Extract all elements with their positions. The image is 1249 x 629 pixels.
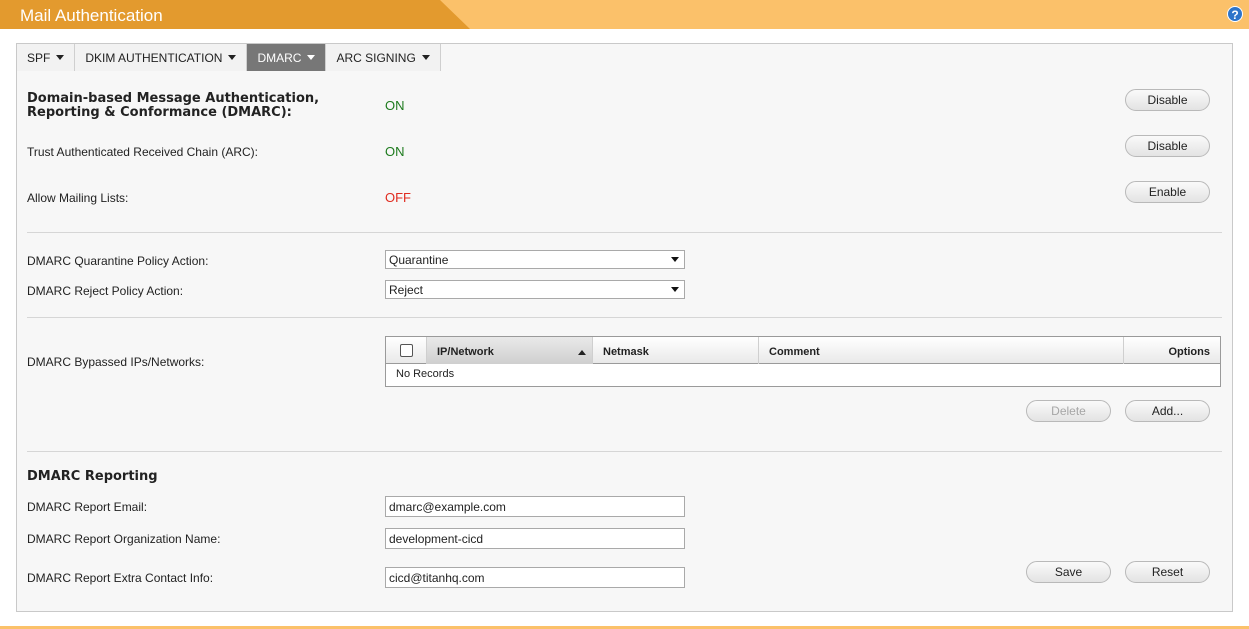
header-bar: Mail Authentication ? [0, 0, 1249, 29]
dmarc-label: Domain-based Message Authentication, Rep… [27, 91, 320, 120]
help-icon[interactable]: ? [1227, 6, 1243, 22]
chevron-down-icon [671, 257, 679, 262]
dmarc-disable-button[interactable]: Disable [1125, 89, 1210, 111]
page-title: Mail Authentication [20, 6, 163, 25]
add-button[interactable]: Add... [1125, 400, 1210, 422]
column-options-label: Options [1168, 346, 1210, 358]
mailing-lists-status: OFF [385, 190, 411, 205]
column-comment-label: Comment [769, 346, 820, 358]
divider [27, 317, 1222, 318]
bypass-grid: IP/Network Netmask Comment Options No Re… [385, 336, 1221, 387]
select-all-cell [386, 337, 427, 364]
tab-dmarc[interactable]: DMARC [247, 44, 327, 71]
chevron-down-icon [56, 55, 65, 60]
quarantine-policy-select[interactable]: Quarantine [385, 250, 685, 269]
report-org-label: DMARC Report Organization Name: [27, 532, 221, 546]
arc-disable-button[interactable]: Disable [1125, 135, 1210, 157]
column-netmask[interactable]: Netmask [593, 337, 759, 364]
chevron-down-icon [228, 55, 237, 60]
reset-button[interactable]: Reset [1125, 561, 1210, 583]
grid-header: IP/Network Netmask Comment Options [386, 337, 1220, 364]
arc-label: Trust Authenticated Received Chain (ARC)… [27, 145, 258, 159]
report-email-label: DMARC Report Email: [27, 500, 148, 514]
reject-policy-select[interactable]: Reject [385, 280, 685, 299]
mailing-lists-enable-button[interactable]: Enable [1125, 181, 1210, 203]
tab-dkim-authentication[interactable]: DKIM AUTHENTICATION [75, 44, 248, 71]
quarantine-policy-value: Quarantine [389, 253, 449, 267]
reporting-heading: DMARC Reporting [27, 469, 158, 484]
tab-dmarc-label: DMARC [257, 50, 302, 65]
report-org-input[interactable] [385, 528, 685, 549]
column-ip-network-label: IP/Network [437, 346, 494, 358]
divider [27, 232, 1222, 233]
chevron-down-icon [421, 55, 430, 60]
reject-policy-label: DMARC Reject Policy Action: [27, 284, 184, 298]
column-ip-network[interactable]: IP/Network [427, 337, 593, 364]
bypass-label: DMARC Bypassed IPs/Networks: [27, 355, 205, 369]
report-extra-input[interactable] [385, 567, 685, 588]
tab-arc-label: ARC SIGNING [336, 50, 416, 65]
quarantine-policy-label: DMARC Quarantine Policy Action: [27, 254, 209, 268]
reject-policy-value: Reject [389, 283, 424, 297]
mailing-lists-label: Allow Mailing Lists: [27, 191, 129, 205]
column-comment[interactable]: Comment [759, 337, 1124, 364]
sort-ascending-icon [578, 350, 586, 355]
delete-button[interactable]: Delete [1026, 400, 1111, 422]
select-all-checkbox[interactable] [400, 344, 413, 357]
no-records-text: No Records [396, 368, 455, 380]
report-extra-label: DMARC Report Extra Contact Info: [27, 571, 214, 585]
arc-status: ON [385, 144, 405, 159]
dmarc-status: ON [385, 98, 405, 113]
column-options: Options [1124, 337, 1220, 364]
tab-arc-signing[interactable]: ARC SIGNING [326, 44, 441, 71]
chevron-down-icon [307, 55, 316, 60]
divider [27, 451, 1222, 452]
save-button[interactable]: Save [1026, 561, 1111, 583]
tab-bar: SPF DKIM AUTHENTICATION DMARC ARC SIGNIN… [17, 44, 441, 71]
chevron-down-icon [671, 287, 679, 292]
column-netmask-label: Netmask [603, 346, 649, 358]
tab-spf[interactable]: SPF [17, 44, 76, 71]
tab-spf-label: SPF [27, 50, 51, 65]
dmarc-panel: SPF DKIM AUTHENTICATION DMARC ARC SIGNIN… [16, 43, 1233, 612]
report-email-input[interactable] [385, 496, 685, 517]
tab-dkim-label: DKIM AUTHENTICATION [85, 50, 223, 65]
